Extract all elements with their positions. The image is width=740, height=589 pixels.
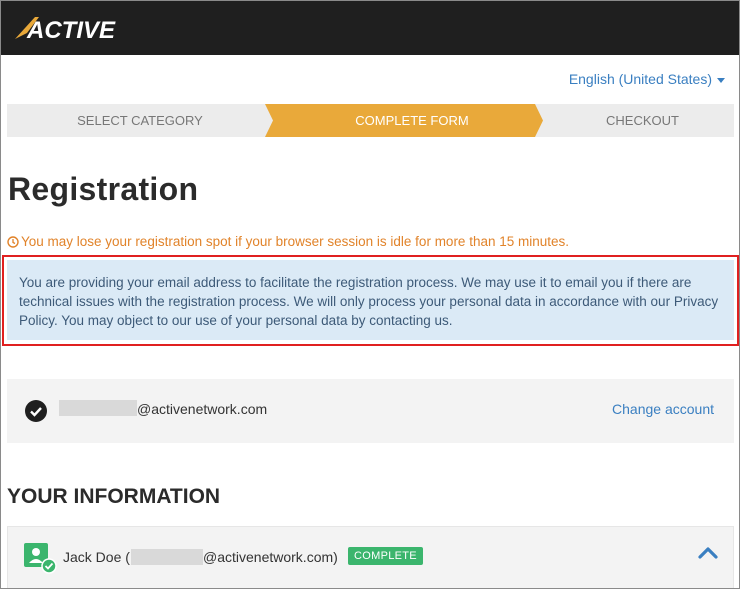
change-account-link[interactable]: Change account [612,401,714,417]
privacy-notice: You are providing your email address to … [7,260,734,340]
check-circle-icon [25,400,47,422]
clock-warning-icon [7,235,19,248]
chevron-down-icon [717,77,725,83]
status-badge: COMPLETE [348,547,423,565]
page-title: Registration [8,171,199,207]
page-frame: ACTIVE English (United States) SELECT CA… [0,0,740,589]
participant-name: Jack Doe ( [63,549,130,565]
redacted-participant-email [131,549,203,565]
top-bar: ACTIVE [1,1,739,55]
your-information-heading: YOUR INFORMATION [7,485,221,508]
language-selector[interactable]: English (United States) [569,71,725,87]
idle-warning-text: You may lose your registration spot if y… [21,234,570,249]
active-logo[interactable]: ACTIVE [13,11,123,45]
idle-warning: You may lose your registration spot if y… [7,234,569,249]
language-label: English (United States) [568,71,712,87]
account-email: @activenetwork.com [137,401,268,417]
redacted-email-user [59,400,137,416]
account-panel: @activenetwork.com Change account [7,379,734,443]
participant-email: @activenetwork.com) [203,549,338,565]
step-select-category: SELECT CATEGORY [77,113,203,128]
step-complete-form: COMPLETE FORM [355,113,469,128]
logo-text: ACTIVE [26,17,116,44]
progress-steps: SELECT CATEGORY COMPLETE FORM CHECKOUT [7,104,734,137]
step-checkout: CHECKOUT [606,113,679,128]
participant-avatar-icon [24,543,57,574]
chevron-up-icon[interactable] [697,545,719,561]
participant-row[interactable]: Jack Doe ( @activenetwork.com) COMPLETE [7,526,734,588]
